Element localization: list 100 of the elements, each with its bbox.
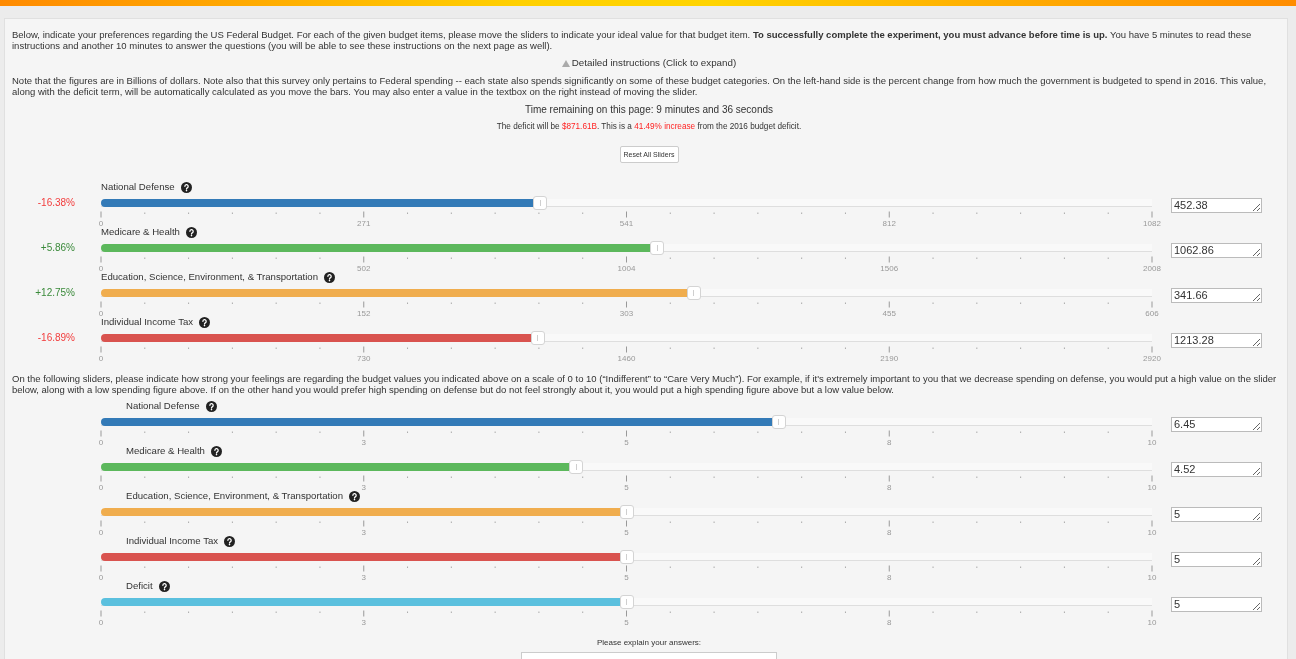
- value-field[interactable]: 5: [1171, 552, 1262, 567]
- slider-label: Individual Income Tax: [101, 316, 194, 328]
- value-field[interactable]: 4.52: [1171, 462, 1262, 477]
- slider-label: National Defense: [126, 400, 200, 412]
- slider-handle[interactable]: [530, 331, 545, 345]
- help-icon[interactable]: [158, 580, 170, 592]
- importance-instructions: On the following sliders, please indicate how strong your feelings are regarding the budget values you indicated above on a scale of 0 to 10 (“Indifferent” to “Care Very Much”). For example, if it's extremely important to you that we decrease spending on defense, you would put a high value on the slider below, along with a low spending figure above. If on the other hand you would prefer high spending on defense but do not feel strongly about it, you would put a high spending figure above but a low value below.: [12, 373, 1278, 395]
- tick-label: 3: [361, 572, 366, 582]
- tick-label: 2008: [1143, 263, 1161, 273]
- tick-label: 1506: [880, 263, 899, 273]
- instructions-text: Below, indicate your preferences regarding the US Federal Budget. For each of the given budget items, please move the sliders to indicate your ideal value for that budget item. To successfully complete the experiment, you must advance before time is up. You have 5 minutes to read these instructions and another 10 minutes to answer the questions (you will be able to see these instructions on the next page as well).: [12, 29, 1253, 51]
- slider-handle[interactable]: [650, 241, 665, 255]
- tick-label: 0: [98, 572, 104, 582]
- tick-label: 5: [624, 572, 629, 582]
- tick-label: 271: [357, 218, 371, 228]
- help-icon[interactable]: [205, 400, 217, 412]
- slider-handle[interactable]: [619, 505, 634, 519]
- slider-handle[interactable]: [771, 415, 786, 429]
- tick-label: 1460: [617, 353, 636, 363]
- value-field[interactable]: 5: [1171, 597, 1262, 612]
- note-text: Note that the figures are in Billions of dollars. Note also that this survey only pertains to Federal spending -- each state also spends significantly on some of these budget categories. On the left-hand side is the percent change from how much the government is budgeted to spend in 2016. This value, along with the deficit term, will be automatically calculated as you move the bars. You may also enter a value in the textbox on the right instead of moving the slider.: [12, 75, 1268, 97]
- tick-label: 730: [357, 353, 371, 363]
- deficit-summary: The deficit will be $871.61B. This is a 41.49% increase from the 2016 budget deficit.: [495, 122, 803, 132]
- slider-handle[interactable]: [619, 595, 634, 609]
- tick-label: 2190: [880, 353, 899, 363]
- slider-label: Medicare & Health: [101, 226, 180, 238]
- tick-label: 2920: [1143, 353, 1161, 363]
- tick-label: 3: [361, 617, 366, 627]
- value-field[interactable]: 6.45: [1171, 417, 1262, 432]
- slider-label: Deficit: [126, 580, 153, 592]
- time-remaining: Time remaining on this page: 9 minutes and 36 seconds: [523, 104, 775, 116]
- tick-label: 8: [887, 482, 892, 492]
- tick-label: 0: [98, 308, 104, 318]
- tick-label: 455: [882, 308, 896, 318]
- details-toggle[interactable]: Detailed instructions (Click to expand): [561, 57, 737, 69]
- percent-change: +5.86%: [40, 242, 75, 254]
- slider-track[interactable]: [101, 460, 1152, 474]
- tick-label: 10: [1147, 482, 1157, 492]
- value-field[interactable]: 1062.86: [1171, 243, 1262, 258]
- tick-label: 5: [624, 527, 629, 537]
- slider-handle[interactable]: [619, 550, 634, 564]
- slider-handle[interactable]: [569, 460, 584, 474]
- tick-label: 10: [1147, 437, 1157, 447]
- slider-track[interactable]: [101, 286, 1152, 300]
- tick-label: 812: [882, 218, 896, 228]
- tick-label: 5: [624, 437, 629, 447]
- slider-track[interactable]: [101, 415, 1152, 429]
- slider-label: Education, Science, Environment, & Transportation: [101, 271, 319, 283]
- tick-label: 0: [98, 527, 104, 537]
- percent-change: +12.75%: [35, 287, 75, 299]
- slider-label: Medicare & Health: [126, 445, 205, 457]
- tick-label: 1082: [1143, 218, 1161, 228]
- value-field[interactable]: 1213.28: [1171, 333, 1262, 348]
- explanation-label: Please explain your answers:: [595, 638, 703, 648]
- tick-label: 606: [1145, 308, 1159, 318]
- tick-label: 0: [98, 482, 104, 492]
- tick-label: 8: [887, 437, 892, 447]
- help-icon[interactable]: [224, 535, 236, 547]
- slider-label: Education, Science, Environment, & Transportation: [126, 490, 344, 502]
- tick-label: 152: [357, 308, 371, 318]
- tick-label: 0: [98, 437, 104, 447]
- slider-handle[interactable]: [686, 286, 701, 300]
- tick-label: 5: [624, 482, 629, 492]
- tick-label: 3: [361, 482, 366, 492]
- tick-label: 8: [887, 572, 892, 582]
- slider-track[interactable]: [101, 595, 1152, 609]
- value-field[interactable]: 341.66: [1171, 288, 1262, 303]
- tick-label: 1004: [617, 263, 636, 273]
- slider-track[interactable]: [101, 331, 1152, 345]
- slider-track[interactable]: [101, 505, 1152, 519]
- slider-label: National Defense: [101, 181, 175, 193]
- tick-label: 5: [624, 617, 629, 627]
- tick-label: 10: [1147, 572, 1157, 582]
- help-icon[interactable]: [210, 445, 222, 457]
- tick-label: 10: [1147, 527, 1157, 537]
- slider-label: Individual Income Tax: [126, 535, 219, 547]
- answer-field[interactable]: [521, 652, 777, 659]
- tick-label: 3: [361, 527, 366, 537]
- slider-track[interactable]: [101, 550, 1152, 564]
- help-icon[interactable]: [324, 271, 336, 283]
- tick-label: 8: [887, 527, 892, 537]
- tick-label: 0: [98, 353, 104, 363]
- help-icon[interactable]: [199, 316, 211, 328]
- tick-label: 502: [357, 263, 371, 273]
- slider-track[interactable]: [101, 241, 1152, 255]
- tick-label: 541: [619, 218, 634, 228]
- help-icon[interactable]: [185, 226, 197, 238]
- help-icon[interactable]: [180, 181, 192, 193]
- tick-label: 10: [1147, 617, 1157, 627]
- slider-handle[interactable]: [533, 196, 548, 210]
- help-icon[interactable]: [349, 490, 361, 502]
- value-field[interactable]: 5: [1171, 507, 1262, 522]
- value-field[interactable]: 452.38: [1171, 198, 1262, 213]
- percent-change: -16.89%: [37, 332, 75, 344]
- tick-label: 0: [98, 263, 104, 273]
- tick-label: 3: [361, 437, 366, 447]
- percent-change: -16.38%: [37, 197, 75, 209]
- tick-label: 303: [619, 308, 634, 318]
- slider-track[interactable]: [101, 196, 1152, 210]
- tick-label: 8: [887, 617, 892, 627]
